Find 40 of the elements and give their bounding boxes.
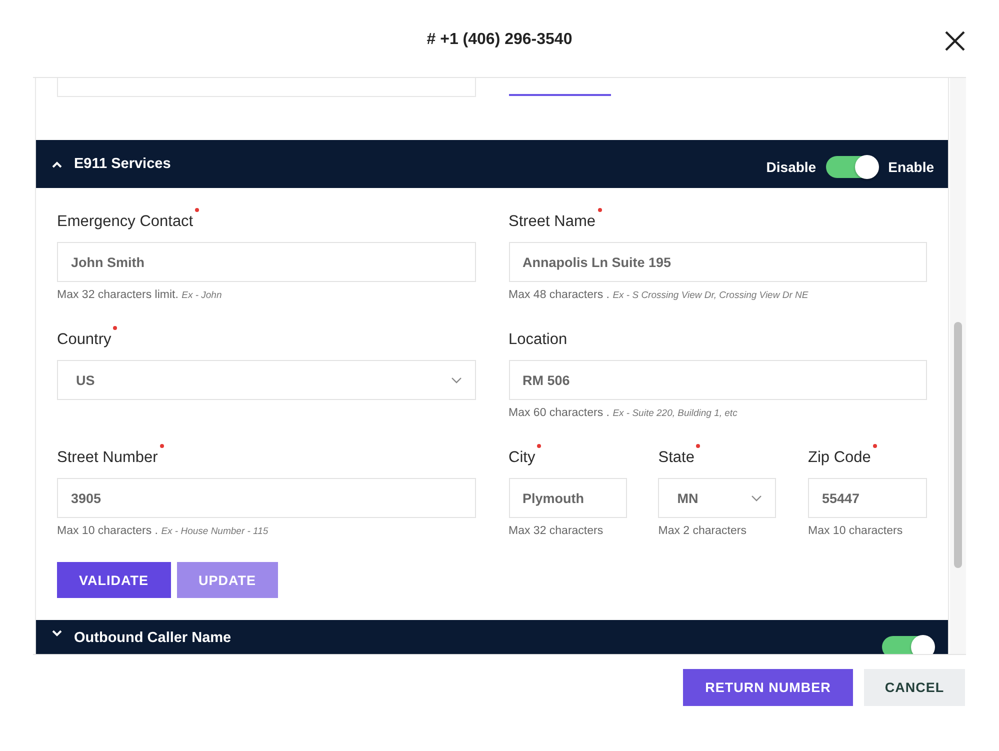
section-title: Outbound Caller Name [74,630,232,646]
input-field[interactable]: Plymouth [508,478,626,518]
section-title: E911 Services [74,156,172,172]
field-label: Street Number [57,448,158,468]
input-field[interactable]: RM 506 [508,360,928,400]
section-header[interactable]: Outbound Caller Name [36,620,948,654]
toggle-label: Disable [766,159,816,175]
chevron-down-icon [450,376,462,384]
field-label: Location [508,330,568,350]
field-label: City [508,448,536,468]
field-label: Zip Code [808,448,871,468]
field-label: Street Name [508,212,596,232]
field-label: Emergency Contact [57,212,194,232]
hint-text: Max 60 characters . Ex - Suite 220, Building 1, etc [508,406,738,421]
footer-button[interactable]: CANCEL [864,669,965,706]
hint-text: Max 48 characters . Ex - S Crossing View Dr, Crossing View Dr NE [508,288,810,303]
toggle-label: Enable [888,159,934,175]
hint-text: Max 2 characters [658,524,748,538]
hint-text: Max 32 characters [508,524,604,538]
toggle-switch[interactable] [826,156,878,178]
input-field[interactable]: John Smith [57,242,476,282]
dialog-title: # +1 (406) 296-3540 [426,30,572,48]
select-field[interactable]: MN [658,478,776,518]
chevron-down-icon [751,494,762,502]
input-field[interactable] [57,78,476,97]
hint-text: Max 10 characters . Ex - House Number - 115 [57,524,270,539]
close-icon[interactable] [944,30,966,52]
field-label: Country [57,330,112,350]
section-header[interactable]: E911 Services Disable Enable [36,140,948,188]
hint-text: Max 10 characters [808,524,904,538]
toggle-switch[interactable] [882,636,934,654]
select-field[interactable]: US [57,360,476,400]
form-button[interactable]: VALIDATE [57,562,170,598]
field-label: State [658,448,694,468]
scrollbar-thumb[interactable] [954,322,962,568]
input-field[interactable]: 55447 [808,478,927,518]
input-field[interactable]: 3905 [57,478,476,518]
footer-button[interactable]: RETURN NUMBER [683,669,853,706]
input-field[interactable]: Annapolis Ln Suite 195 [508,242,928,282]
hint-text: Max 32 characters limit. Ex - John [57,288,223,303]
